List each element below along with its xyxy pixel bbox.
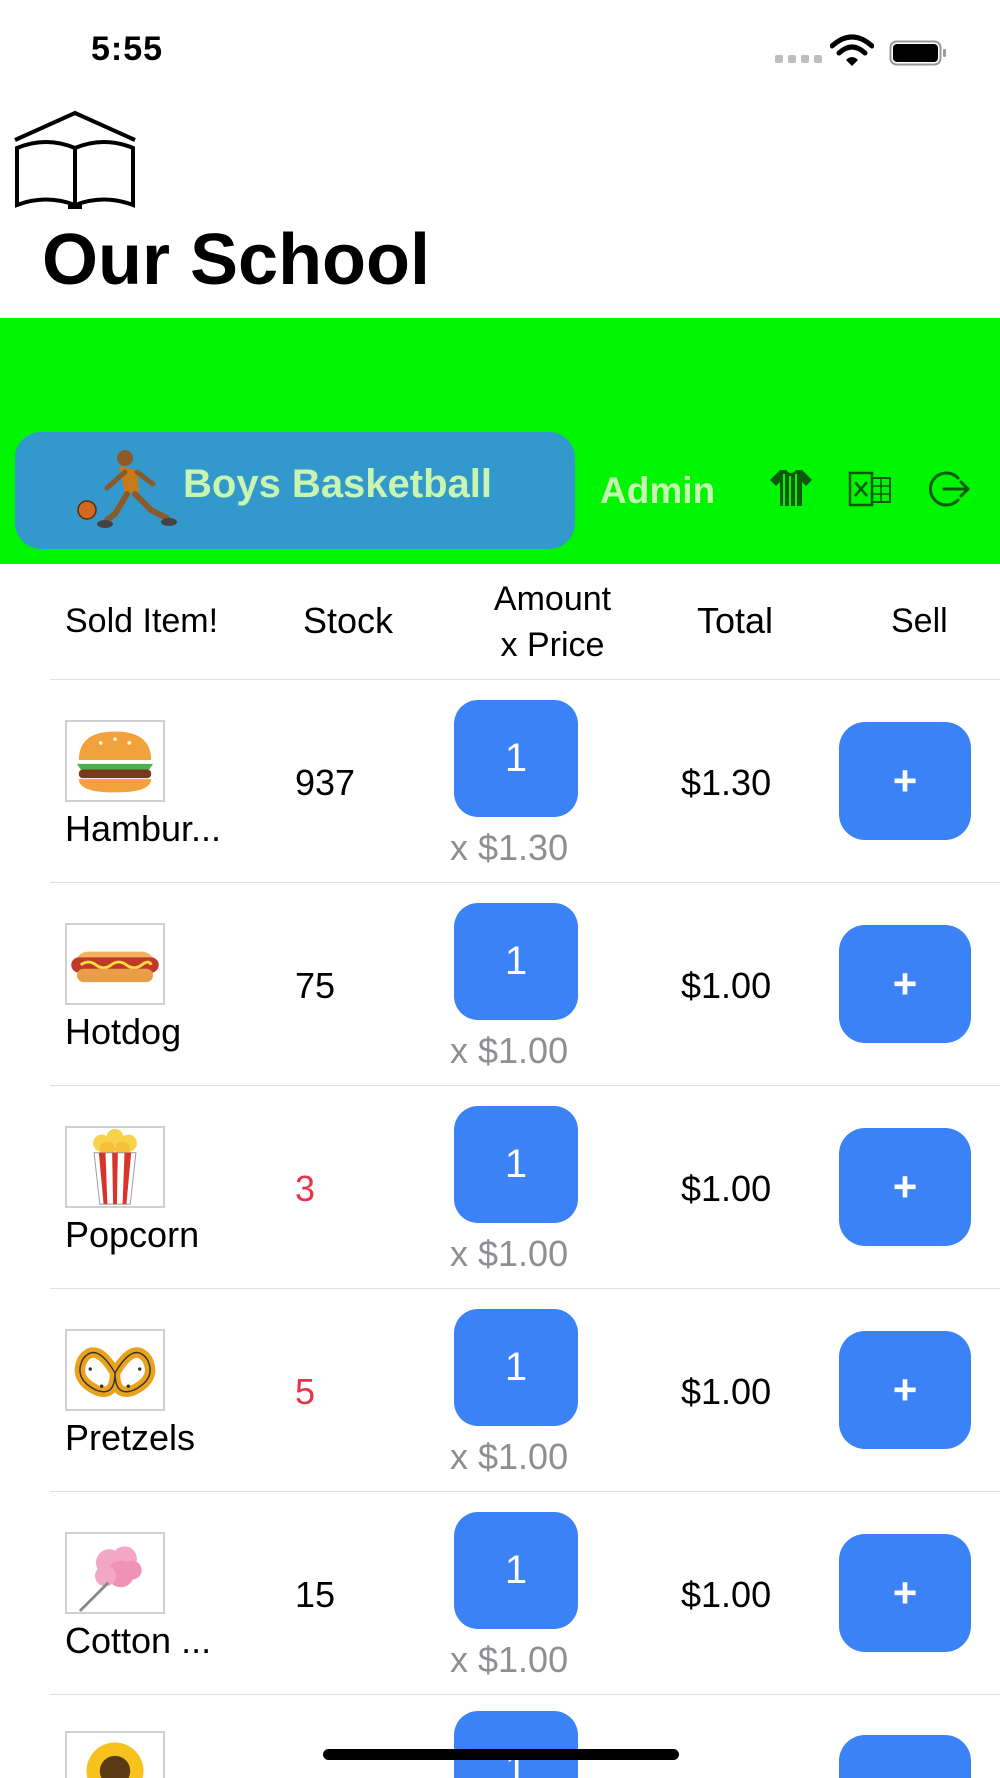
- stock-count: 15: [295, 1574, 336, 1615]
- sell-button[interactable]: +: [839, 1331, 971, 1449]
- column-header-stock: Stock: [303, 600, 394, 641]
- stock-count-low: 3: [295, 1168, 316, 1209]
- sell-button[interactable]: +: [839, 925, 971, 1043]
- open-book-icon: [14, 110, 136, 209]
- table-row: Cotton ... 15 1 x $1.00 $1.00 +: [0, 1492, 1000, 1695]
- stock-count-low: 5: [295, 1371, 316, 1412]
- unit-price: x $1.30: [450, 827, 569, 868]
- cellular-signal-icon: [775, 55, 822, 63]
- column-header-total: Total: [697, 600, 774, 641]
- sell-button[interactable]: +: [839, 1735, 971, 1778]
- table-row: Popcorn 3 1 x $1.00 $1.00 +: [0, 1086, 1000, 1289]
- row-total: $1.00: [681, 1168, 772, 1209]
- column-header-amount: Amount x Price: [470, 576, 635, 668]
- cotton-candy-icon: [65, 1532, 165, 1614]
- status-bar: 5:55: [0, 0, 1000, 100]
- excel-export-icon[interactable]: [848, 470, 892, 508]
- column-header-item: Sold Item!: [65, 602, 219, 640]
- logout-icon[interactable]: [928, 470, 972, 508]
- page-title: Our School: [42, 220, 431, 300]
- admin-link[interactable]: Admin: [600, 470, 715, 512]
- quantity-button[interactable]: 1: [454, 1512, 578, 1629]
- row-total: $1.30: [681, 762, 772, 803]
- unit-price: x $1.00: [450, 1639, 569, 1680]
- quantity-button[interactable]: 1: [454, 1711, 578, 1778]
- quantity-button[interactable]: 1: [454, 700, 578, 817]
- sell-button[interactable]: +: [839, 1534, 971, 1652]
- row-total: $1.00: [681, 1574, 772, 1615]
- team-selector-button[interactable]: Boys Basketball: [15, 432, 575, 549]
- unit-price: x $1.00: [450, 1233, 569, 1274]
- pretzel-icon: [65, 1329, 165, 1411]
- home-indicator: [323, 1749, 679, 1760]
- popcorn-icon: [65, 1126, 165, 1208]
- status-time: 5:55: [91, 30, 164, 68]
- column-header-amount-line1: Amount: [493, 580, 612, 618]
- item-name: Cotton ...: [65, 1620, 212, 1661]
- wifi-icon: [830, 34, 874, 66]
- stock-count: 937: [295, 762, 356, 803]
- hotdog-icon: [65, 923, 165, 1005]
- column-header-sell: Sell: [891, 602, 948, 640]
- quantity-button[interactable]: 1: [454, 903, 578, 1020]
- column-header-amount-line2: x Price: [500, 626, 605, 664]
- table-row: Hambur... 937 1 x $1.30 $1.30 +: [0, 680, 1000, 883]
- sell-button[interactable]: +: [839, 1128, 971, 1246]
- row-total: $1.00: [681, 965, 772, 1006]
- basketball-player-icon: [77, 450, 177, 528]
- quantity-button[interactable]: 1: [454, 1309, 578, 1426]
- hamburger-icon: [65, 720, 165, 802]
- sunflower-icon: [65, 1731, 165, 1778]
- item-name: Hambur...: [65, 808, 222, 849]
- row-total: $1.00: [681, 1371, 772, 1412]
- item-name: Hotdog: [65, 1011, 182, 1052]
- item-name: Pretzels: [65, 1417, 196, 1458]
- team-name: Boys Basketball: [183, 462, 493, 506]
- jersey-icon[interactable]: [768, 468, 814, 508]
- table-row: Hotdog 75 1 x $1.00 $1.00 +: [0, 883, 1000, 1086]
- item-name: Popcorn: [65, 1214, 200, 1255]
- quantity-button[interactable]: 1: [454, 1106, 578, 1223]
- table-row: 1 +: [0, 1695, 1000, 1778]
- unit-price: x $1.00: [450, 1030, 569, 1071]
- table-row: Pretzels 5 1 x $1.00 $1.00 +: [0, 1289, 1000, 1492]
- sell-button[interactable]: +: [839, 722, 971, 840]
- unit-price: x $1.00: [450, 1436, 569, 1477]
- stock-count: 75: [295, 965, 336, 1006]
- battery-icon: [889, 40, 946, 66]
